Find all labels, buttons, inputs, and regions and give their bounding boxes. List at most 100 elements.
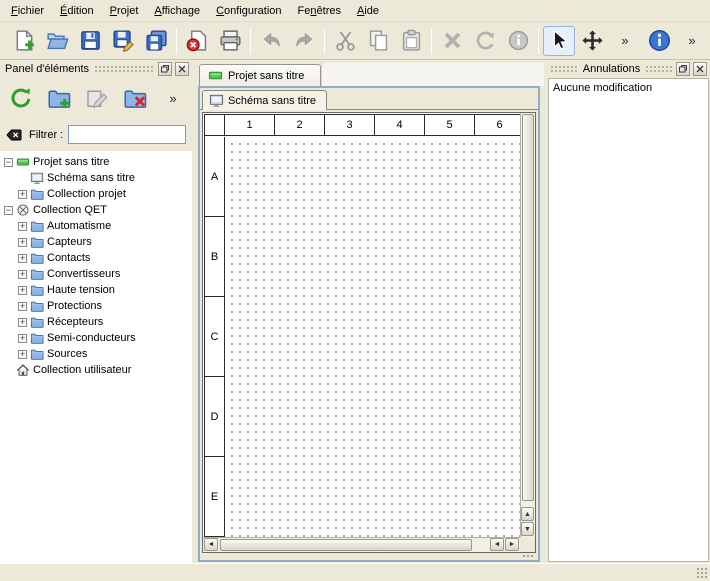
tree-item-label: Haute tension: [47, 284, 115, 296]
tree-item-semi-conducteurs[interactable]: +Semi-conducteurs: [0, 330, 192, 346]
scroll-up-button[interactable]: ▲: [521, 507, 534, 521]
tree-item-projet-sans-titre[interactable]: − Projet sans titre: [0, 154, 192, 170]
diagram-canvas[interactable]: 123456 ABCDE: [203, 113, 520, 537]
tree-item-collection-utilisateur[interactable]: Collection utilisateur: [0, 362, 192, 378]
float-panel-button[interactable]: [676, 62, 690, 76]
tree-item-contacts[interactable]: +Contacts: [0, 250, 192, 266]
collapse-toggle[interactable]: −: [4, 206, 13, 215]
edit-element-button[interactable]: [82, 83, 112, 113]
horizontal-scrollbar-thumb[interactable]: [220, 539, 472, 551]
expand-toggle[interactable]: +: [18, 190, 27, 199]
dock-drag-handle[interactable]: [550, 65, 578, 73]
expand-toggle[interactable]: +: [18, 318, 27, 327]
resize-grip[interactable]: [696, 567, 709, 580]
collapse-toggle[interactable]: −: [4, 158, 13, 167]
undo-button[interactable]: [255, 26, 287, 56]
dock-drag-handle[interactable]: [94, 65, 155, 73]
filter-row: Filtrer :: [0, 116, 192, 151]
delete-element-button[interactable]: [120, 83, 150, 113]
close-document-button[interactable]: [181, 26, 213, 56]
expand-toggle[interactable]: +: [18, 238, 27, 247]
main-toolbar: »»: [0, 22, 710, 60]
help-overflow-button[interactable]: »: [676, 26, 708, 56]
cut-button[interactable]: [329, 26, 361, 56]
menu-item-fichier[interactable]: Fichier: [3, 0, 52, 21]
menu-item-edition[interactable]: Édition: [52, 0, 102, 21]
select-icon: [548, 29, 571, 52]
expand-toggle[interactable]: +: [18, 302, 27, 311]
new-document-button[interactable]: [8, 26, 40, 56]
workspace: Projet sans titre Schéma sans titre: [195, 60, 544, 563]
dock-drag-handle[interactable]: [645, 65, 673, 73]
rotate-selection-button[interactable]: [469, 26, 501, 56]
delete-selection-button[interactable]: [436, 26, 468, 56]
tab-project-label: Projet sans titre: [228, 70, 304, 82]
close-icon: [695, 64, 705, 74]
vertical-scrollbar-thumb[interactable]: [522, 114, 534, 501]
window-resize-grip[interactable]: [522, 554, 535, 559]
menu-item-projet[interactable]: Projet: [102, 0, 147, 21]
expand-toggle[interactable]: +: [18, 254, 27, 263]
tree-item-sources[interactable]: +Sources: [0, 346, 192, 362]
redo-button[interactable]: [288, 26, 320, 56]
expand-toggle[interactable]: +: [18, 270, 27, 279]
tree-item-collection-projet[interactable]: + Collection projet: [0, 186, 192, 202]
menu-item-affichage[interactable]: Affichage: [146, 0, 208, 21]
tree-item-label: Capteurs: [47, 236, 92, 248]
tree-item-capteurs[interactable]: + Capteurs: [0, 234, 192, 250]
folder-icon: [30, 219, 44, 233]
undo-history-list[interactable]: Aucune modification: [548, 78, 709, 562]
save-as-button[interactable]: [107, 26, 139, 56]
menu-item-aide[interactable]: Aide: [349, 0, 387, 21]
folder-icon: [30, 235, 44, 249]
folder-icon: [30, 315, 44, 329]
expand-toggle[interactable]: +: [18, 350, 27, 359]
tree-item-protections[interactable]: +Protections: [0, 298, 192, 314]
about-qet-button[interactable]: [643, 26, 675, 56]
scroll-right-button[interactable]: ►: [505, 538, 519, 551]
close-panel-button[interactable]: [693, 62, 707, 76]
open-document-button[interactable]: [41, 26, 73, 56]
undo-icon: [260, 29, 283, 52]
filter-input[interactable]: [68, 125, 186, 144]
vertical-scrollbar[interactable]: ▲ ▼: [520, 113, 535, 537]
tree-item-label: Collection projet: [47, 188, 126, 200]
float-panel-button[interactable]: [158, 62, 172, 76]
tree-item-haute-tension[interactable]: + Haute tension: [0, 282, 192, 298]
paste-button[interactable]: [395, 26, 427, 56]
tree-item-recepteurs[interactable]: +Récepteurs: [0, 314, 192, 330]
expand-toggle[interactable]: +: [18, 334, 27, 343]
close-panel-button[interactable]: [175, 62, 189, 76]
save-icon: [79, 29, 102, 52]
reload-collections-button[interactable]: [6, 83, 36, 113]
ruler-column-6: 6: [475, 115, 520, 135]
scroll-left-button-2[interactable]: ◄: [490, 538, 504, 551]
tree-item-automatisme[interactable]: +Automatisme: [0, 218, 192, 234]
clear-filter-button[interactable]: [4, 126, 24, 144]
expand-toggle[interactable]: +: [18, 286, 27, 295]
toolbar-overflow-button[interactable]: »: [609, 26, 641, 56]
tab-project[interactable]: Projet sans titre: [199, 64, 321, 86]
tree-item-schema-sans-titre[interactable]: Schéma sans titre: [0, 170, 192, 186]
tree-item-convertisseurs[interactable]: + Convertisseurs: [0, 266, 192, 282]
panel-overflow-button[interactable]: »: [158, 83, 188, 113]
scroll-left-button[interactable]: ◄: [204, 538, 218, 551]
tree-item-collection-qet[interactable]: −Collection QET: [0, 202, 192, 218]
select-mode-button[interactable]: [543, 26, 575, 56]
expand-toggle[interactable]: +: [18, 222, 27, 231]
new-element-button[interactable]: [44, 83, 74, 113]
horizontal-scrollbar[interactable]: ◄ ◄ ►: [203, 537, 520, 552]
save-all-button[interactable]: [140, 26, 172, 56]
menu-item-fenetres[interactable]: Fenêtres: [290, 0, 349, 21]
tree-item-label: Convertisseurs: [47, 268, 120, 280]
menu-item-configuration[interactable]: Configuration: [208, 0, 289, 21]
ruler-columns: 123456: [225, 115, 520, 135]
save-button[interactable]: [74, 26, 106, 56]
tree-item-label: Projet sans titre: [33, 156, 109, 168]
selection-properties-button[interactable]: [502, 26, 534, 56]
pan-mode-button[interactable]: [576, 26, 608, 56]
tab-diagram[interactable]: Schéma sans titre: [202, 90, 327, 110]
print-button[interactable]: [214, 26, 246, 56]
scroll-down-button[interactable]: ▼: [521, 522, 534, 536]
copy-button[interactable]: [362, 26, 394, 56]
